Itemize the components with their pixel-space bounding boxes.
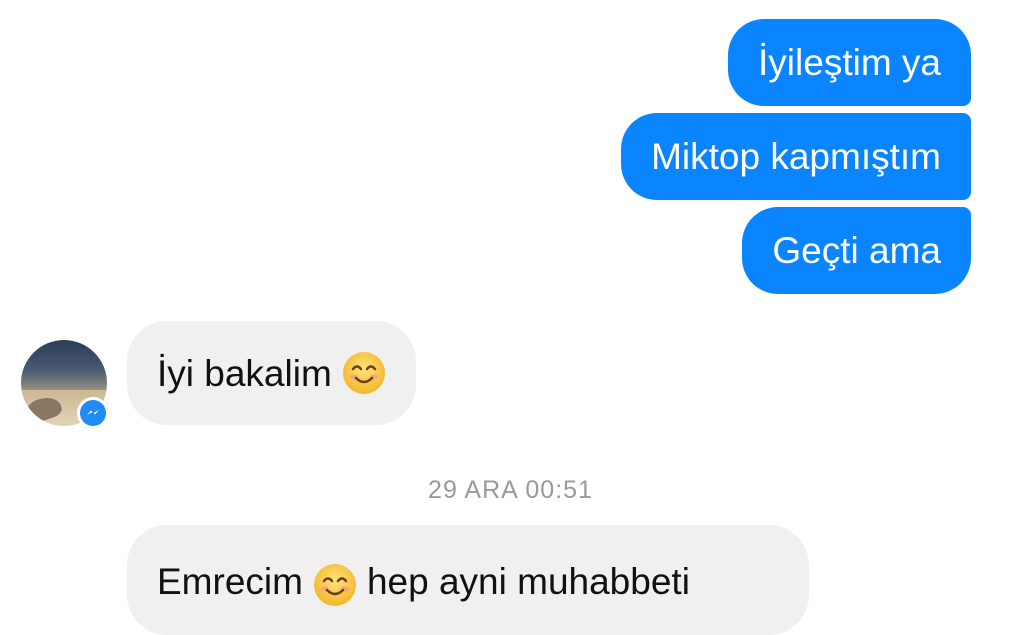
messenger-badge	[77, 397, 109, 429]
message-text: Geçti ama	[772, 230, 941, 271]
message-text: Emrecim	[157, 561, 303, 602]
messenger-icon	[80, 400, 106, 426]
message-timestamp: 29 ARA 00:51	[428, 476, 593, 504]
smiling-face-emoji-icon	[342, 351, 386, 395]
incoming-message[interactable]: İyi bakalim	[127, 321, 416, 425]
message-text: Miktop kapmıştım	[651, 136, 941, 177]
outgoing-message[interactable]: Geçti ama	[742, 207, 971, 294]
message-text: hep ayni muhabbeti	[366, 561, 690, 602]
smiling-face-emoji-icon	[313, 563, 357, 607]
outgoing-message[interactable]: İyileştim ya	[728, 19, 971, 106]
message-text: İyileştim ya	[758, 42, 941, 83]
outgoing-message[interactable]: Miktop kapmıştım	[621, 113, 971, 200]
message-text: İyi bakalim	[157, 352, 332, 394]
incoming-message[interactable]: Emrecim hep ayni muhabbeti	[127, 525, 809, 635]
